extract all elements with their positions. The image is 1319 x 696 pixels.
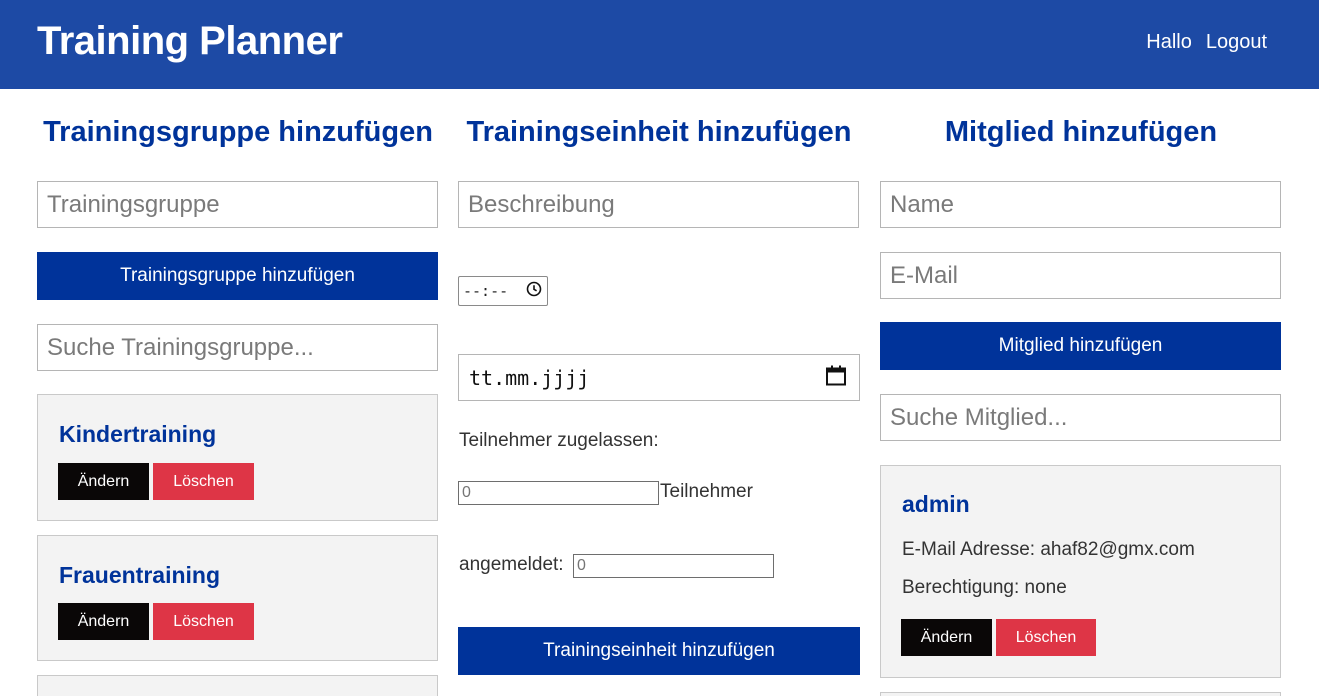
add-member-button[interactable]: Mitglied hinzufügen	[880, 322, 1281, 370]
allowed-participants-label: Teilnehmer zugelassen:	[459, 430, 659, 451]
time-placeholder: --:--	[463, 282, 509, 300]
date-placeholder: tt.mm.jjjj	[469, 365, 590, 390]
participants-suffix: Teilnehmer	[660, 481, 753, 502]
member-email: E-Mail Adresse: ahaf82@gmx.com	[902, 539, 1195, 560]
add-training-session-button[interactable]: Trainingseinheit hinzufügen	[458, 627, 860, 675]
training-group-card: Kindertraining Ändern Löschen	[37, 394, 438, 521]
training-group-name: Frauentraining	[59, 562, 221, 588]
edit-button[interactable]: Ändern	[58, 463, 149, 500]
training-group-card	[37, 675, 438, 696]
member-column: Mitglied hinzufügen Mitglied hinzufügen …	[880, 89, 1282, 696]
delete-button[interactable]: Löschen	[153, 603, 254, 640]
training-session-column: Trainingseinheit hinzufügen --:-- tt.mm.…	[458, 89, 860, 696]
edit-button[interactable]: Ändern	[901, 619, 992, 656]
delete-button[interactable]: Löschen	[153, 463, 254, 500]
allowed-participants-input[interactable]	[458, 481, 659, 505]
training-group-name-input[interactable]	[37, 181, 438, 228]
calendar-icon[interactable]	[825, 364, 847, 391]
nav-hallo-link[interactable]: Hallo	[1146, 31, 1192, 54]
add-training-group-button[interactable]: Trainingsgruppe hinzufügen	[37, 252, 438, 300]
member-card	[880, 692, 1281, 696]
session-description-input[interactable]	[458, 181, 859, 228]
registered-participants-input[interactable]	[573, 554, 774, 578]
member-name: admin	[902, 491, 970, 517]
session-time-input[interactable]: --:--	[458, 276, 548, 306]
nav-logout-link[interactable]: Logout	[1206, 31, 1267, 54]
member-email-input[interactable]	[880, 252, 1281, 299]
top-navbar: Training Planner Hallo Logout	[0, 0, 1319, 89]
delete-button[interactable]: Löschen	[996, 619, 1096, 656]
training-group-heading: Trainingsgruppe hinzufügen	[43, 116, 433, 148]
clock-icon[interactable]	[526, 281, 542, 301]
registered-label: angemeldet:	[459, 554, 564, 575]
training-group-card: Frauentraining Ändern Löschen	[37, 535, 438, 661]
session-date-input[interactable]: tt.mm.jjjj	[458, 354, 860, 401]
member-heading: Mitglied hinzufügen	[944, 116, 1218, 148]
member-permission: Berechtigung: none	[902, 577, 1067, 598]
training-group-column: Trainingsgruppe hinzufügen Trainingsgrup…	[37, 89, 439, 696]
app-title[interactable]: Training Planner	[37, 19, 343, 64]
training-group-name: Kindertraining	[59, 421, 217, 447]
training-session-heading: Trainingseinheit hinzufügen	[466, 116, 852, 148]
edit-button[interactable]: Ändern	[58, 603, 149, 640]
member-search-input[interactable]	[880, 394, 1281, 441]
nav-links: Hallo Logout	[1146, 31, 1267, 54]
training-group-search-input[interactable]	[37, 324, 438, 371]
member-card: admin E-Mail Adresse: ahaf82@gmx.com Ber…	[880, 465, 1281, 678]
member-name-input[interactable]	[880, 181, 1281, 228]
